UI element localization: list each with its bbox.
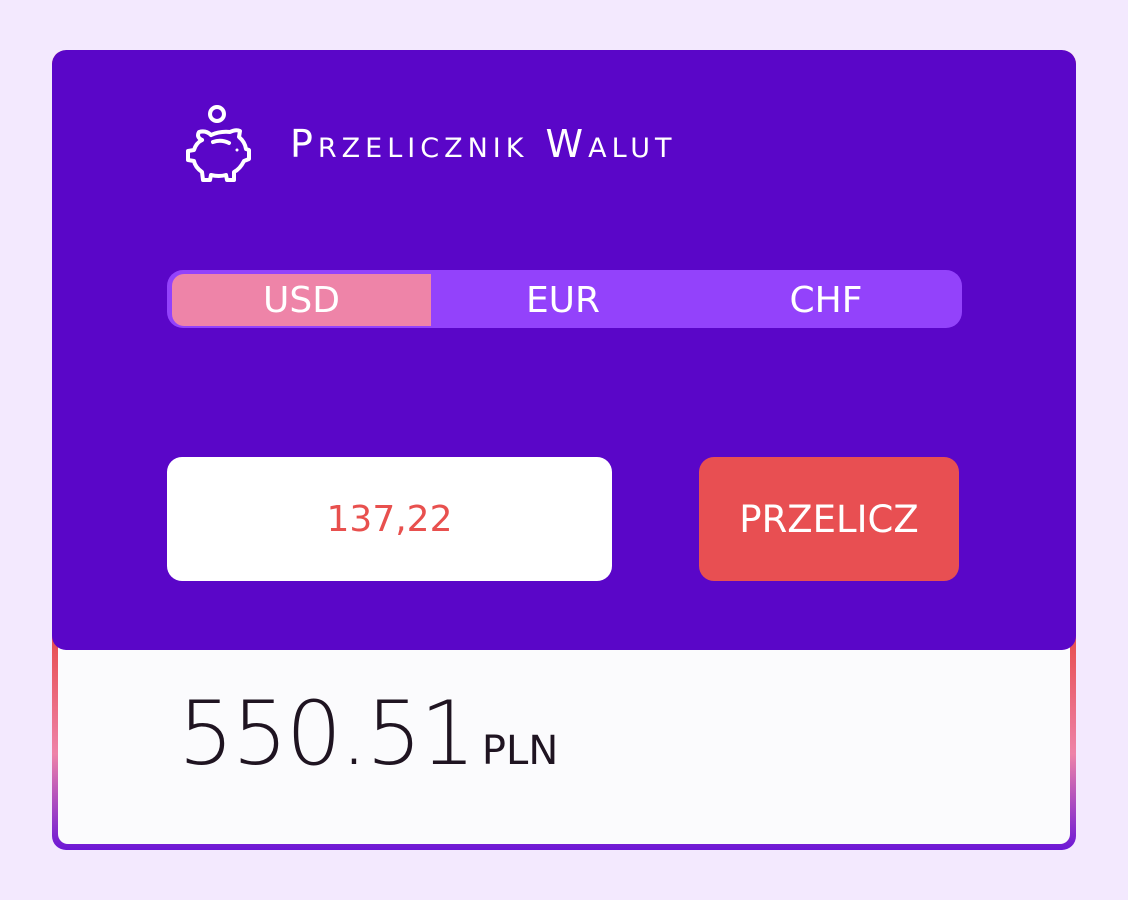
conversion-result: 550.51 PLN (178, 690, 558, 778)
tab-chf[interactable]: CHF (697, 274, 955, 326)
convert-button[interactable]: PRZELICZ (699, 457, 959, 581)
tab-usd[interactable]: USD (172, 274, 431, 326)
currency-tabs: USD EUR CHF (167, 270, 962, 328)
converter-panel: Przelicznik Walut USD EUR CHF PRZELICZ (52, 50, 1076, 650)
result-currency: PLN (481, 728, 559, 774)
result-value: 550.51 (178, 682, 476, 785)
tab-eur[interactable]: EUR (434, 274, 692, 326)
app-title: Przelicznik Walut (290, 122, 677, 166)
app-header: Przelicznik Walut (184, 104, 677, 184)
piggy-bank-icon (186, 105, 251, 182)
converter-card: 550.51 PLN Przelicznik Walut USD EUR CHF… (52, 50, 1076, 850)
amount-input[interactable] (167, 457, 612, 581)
